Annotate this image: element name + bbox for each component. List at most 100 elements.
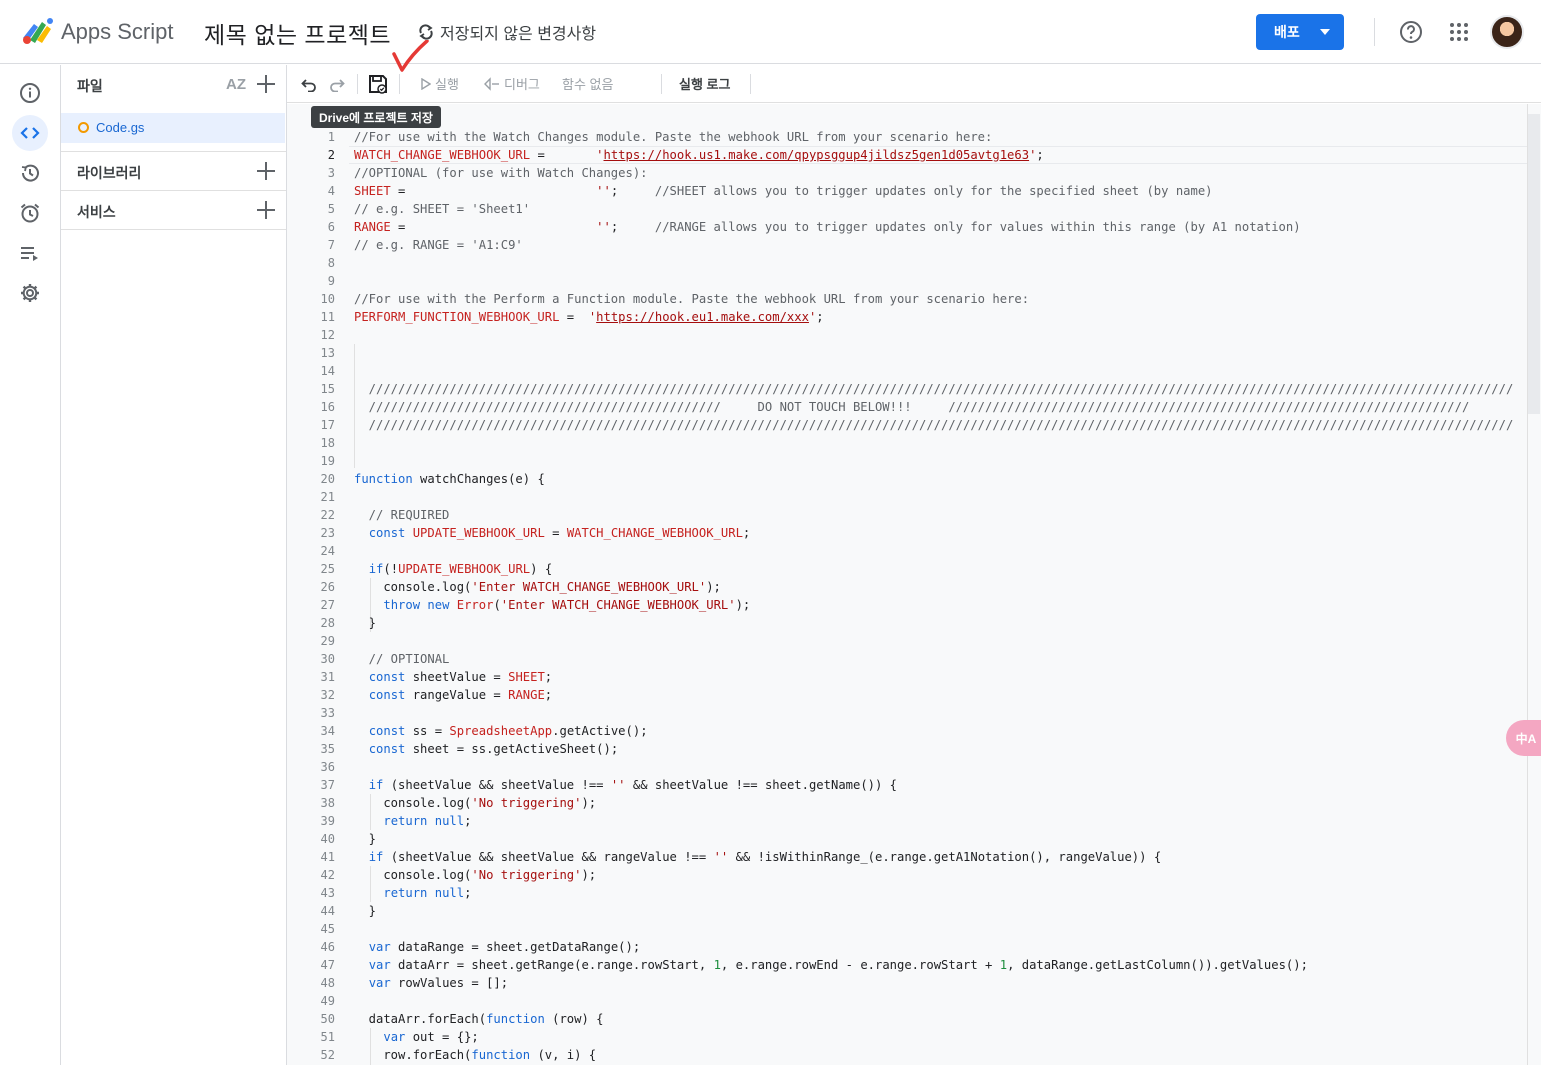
function-selector[interactable]: 함수 없음 xyxy=(562,74,613,93)
code-line[interactable]: var rowValues = []; xyxy=(354,974,1513,992)
vertical-scrollbar[interactable] xyxy=(1527,104,1541,1065)
redo-icon[interactable] xyxy=(329,76,345,92)
line-number: 52 xyxy=(320,1048,335,1062)
rail-editor[interactable] xyxy=(12,115,48,151)
line-number: 40 xyxy=(320,832,335,846)
line-number: 27 xyxy=(320,598,335,612)
code-line[interactable]: function watchChanges(e) { xyxy=(354,470,1513,488)
code-editor[interactable]: 1 2 3 4 5 6 7 8 9 10 11 12 13 14 15 16 17 18 19 20 21 22 23 24 2… xyxy=(287,104,1541,1065)
code-line[interactable]: // e.g. RANGE = 'A1:C9' xyxy=(354,236,1513,254)
code-line[interactable]: if (sheetValue && sheetValue !== '' && s… xyxy=(354,776,1513,794)
code-line[interactable]: ​ xyxy=(354,254,1513,272)
code-line[interactable]: if(!UPDATE_WEBHOOK_URL) { xyxy=(354,560,1513,578)
product-name[interactable]: Apps Script xyxy=(61,19,174,45)
code-line[interactable]: const sheet = ss.getActiveSheet(); xyxy=(354,740,1513,758)
add-service-icon[interactable] xyxy=(256,200,276,220)
execution-log-button[interactable]: 실행 로그 xyxy=(679,74,730,93)
deploy-button[interactable]: 배포 xyxy=(1256,14,1344,50)
code-line[interactable]: ////////////////////////////////////////… xyxy=(354,380,1514,398)
code-line[interactable]: ​ xyxy=(354,488,1513,506)
line-number: 8 xyxy=(327,256,335,270)
line-number: 4 xyxy=(327,184,335,198)
line-number: 39 xyxy=(320,814,335,828)
code-line[interactable]: const UPDATE_WEBHOOK_URL = WATCH_CHANGE_… xyxy=(354,524,1513,542)
code-line[interactable]: var dataRange = sheet.getDataRange(); xyxy=(354,938,1513,956)
code-line[interactable]: console.log('No triggering'); xyxy=(354,866,1513,884)
code-icon xyxy=(20,127,40,139)
sort-files-button[interactable]: AZ xyxy=(226,76,246,93)
code-line[interactable]: RANGE = ''; //RANGE allows you to trigge… xyxy=(354,218,1513,236)
debug-button[interactable]: 디버그 xyxy=(484,74,540,93)
code-line[interactable]: row.forEach(function (v, i) { xyxy=(354,1046,1513,1064)
add-file-icon[interactable] xyxy=(256,74,276,94)
code-line[interactable]: ​ xyxy=(354,992,1513,1010)
code-line[interactable]: const ss = SpreadsheetApp.getActive(); xyxy=(354,722,1513,740)
code-line[interactable]: //OPTIONAL (for use with Watch Changes): xyxy=(354,164,1513,182)
code-line[interactable]: ////////////////////////////////////////… xyxy=(354,416,1514,434)
code-line[interactable]: console.log('No triggering'); xyxy=(354,794,1513,812)
code-line[interactable]: ​ xyxy=(354,452,1513,470)
line-number: 24 xyxy=(320,544,335,558)
save-tooltip: Drive에 프로젝트 저장 xyxy=(311,106,441,128)
scrollbar-thumb[interactable] xyxy=(1528,114,1540,414)
code-line[interactable]: } xyxy=(354,902,1513,920)
debug-icon xyxy=(484,76,499,91)
navigation-rail xyxy=(0,65,61,1065)
rail-triggers[interactable] xyxy=(12,195,48,231)
code-line[interactable]: const rangeValue = RANGE; xyxy=(354,686,1513,704)
code-line[interactable]: var out = {}; xyxy=(354,1028,1513,1046)
code-line[interactable]: ​ xyxy=(354,362,1513,380)
project-title[interactable]: 제목 없는 프로젝트 xyxy=(204,16,391,50)
apps-script-logo-icon[interactable] xyxy=(20,16,54,46)
code-line[interactable]: } xyxy=(354,614,1513,632)
account-avatar[interactable] xyxy=(1490,15,1524,49)
code-line[interactable]: console.log('Enter WATCH_CHANGE_WEBHOOK_… xyxy=(354,578,1513,596)
rail-overview[interactable] xyxy=(12,75,48,111)
code-line[interactable]: // REQUIRED xyxy=(354,506,1513,524)
line-number: 6 xyxy=(327,220,335,234)
code-line[interactable]: // e.g. SHEET = 'Sheet1' xyxy=(354,200,1513,218)
code-line[interactable]: return null; xyxy=(354,812,1513,830)
line-number: 43 xyxy=(320,886,335,900)
code-line[interactable]: ​ xyxy=(354,344,1513,362)
run-button[interactable]: 실행 xyxy=(421,74,459,93)
translate-extension-button[interactable]: 中A xyxy=(1506,720,1541,756)
save-to-drive-icon[interactable] xyxy=(367,73,389,95)
code-line[interactable]: dataArr.forEach(function (row) { xyxy=(354,1010,1513,1028)
code-line[interactable]: PERFORM_FUNCTION_WEBHOOK_URL = 'https://… xyxy=(354,308,1513,326)
code-line[interactable]: SHEET = ''; //SHEET allows you to trigge… xyxy=(354,182,1513,200)
code-line[interactable]: ​ xyxy=(354,758,1513,776)
rail-executions[interactable] xyxy=(12,235,48,271)
line-number: 15 xyxy=(320,382,335,396)
help-icon[interactable] xyxy=(1399,20,1423,44)
code-line[interactable]: ​ xyxy=(354,434,1513,452)
code-line[interactable]: if (sheetValue && sheetValue && rangeVal… xyxy=(354,848,1513,866)
code-line[interactable]: ​ xyxy=(354,326,1513,344)
code-line[interactable]: ////////////////////////////////////////… xyxy=(354,398,1513,416)
add-library-icon[interactable] xyxy=(256,161,276,181)
code-line[interactable]: } xyxy=(354,830,1513,848)
code-line[interactable]: WATCH_CHANGE_WEBHOOK_URL = 'https://hook… xyxy=(354,146,1513,164)
code-line[interactable]: ​ xyxy=(354,632,1513,650)
code-line[interactable]: ​ xyxy=(354,272,1513,290)
code-line[interactable]: ​ xyxy=(354,704,1513,722)
undo-icon[interactable] xyxy=(301,76,317,92)
code-content[interactable]: //For use with the Watch Changes module.… xyxy=(354,128,1513,1064)
google-apps-icon[interactable] xyxy=(1449,22,1469,42)
rail-settings[interactable] xyxy=(12,275,48,311)
code-line[interactable]: //For use with the Perform a Function mo… xyxy=(354,290,1513,308)
code-line[interactable]: throw new Error('Enter WATCH_CHANGE_WEBH… xyxy=(354,596,1513,614)
code-line[interactable]: //For use with the Watch Changes module.… xyxy=(354,128,1513,146)
line-number: 49 xyxy=(320,994,335,1008)
code-line[interactable]: ​ xyxy=(354,542,1513,560)
code-line[interactable]: return null; xyxy=(354,884,1513,902)
code-line[interactable]: const sheetValue = SHEET; xyxy=(354,668,1513,686)
code-line[interactable]: var dataArr = sheet.getRange(e.range.row… xyxy=(354,956,1513,974)
code-line[interactable]: ​ xyxy=(354,920,1513,938)
line-number: 14 xyxy=(320,364,335,378)
libraries-section-header: 라이브러리 xyxy=(61,152,286,192)
info-icon xyxy=(20,83,40,103)
file-item-code-gs[interactable]: Code.gs xyxy=(61,113,285,143)
code-line[interactable]: // OPTIONAL xyxy=(354,650,1513,668)
rail-history[interactable] xyxy=(12,155,48,191)
